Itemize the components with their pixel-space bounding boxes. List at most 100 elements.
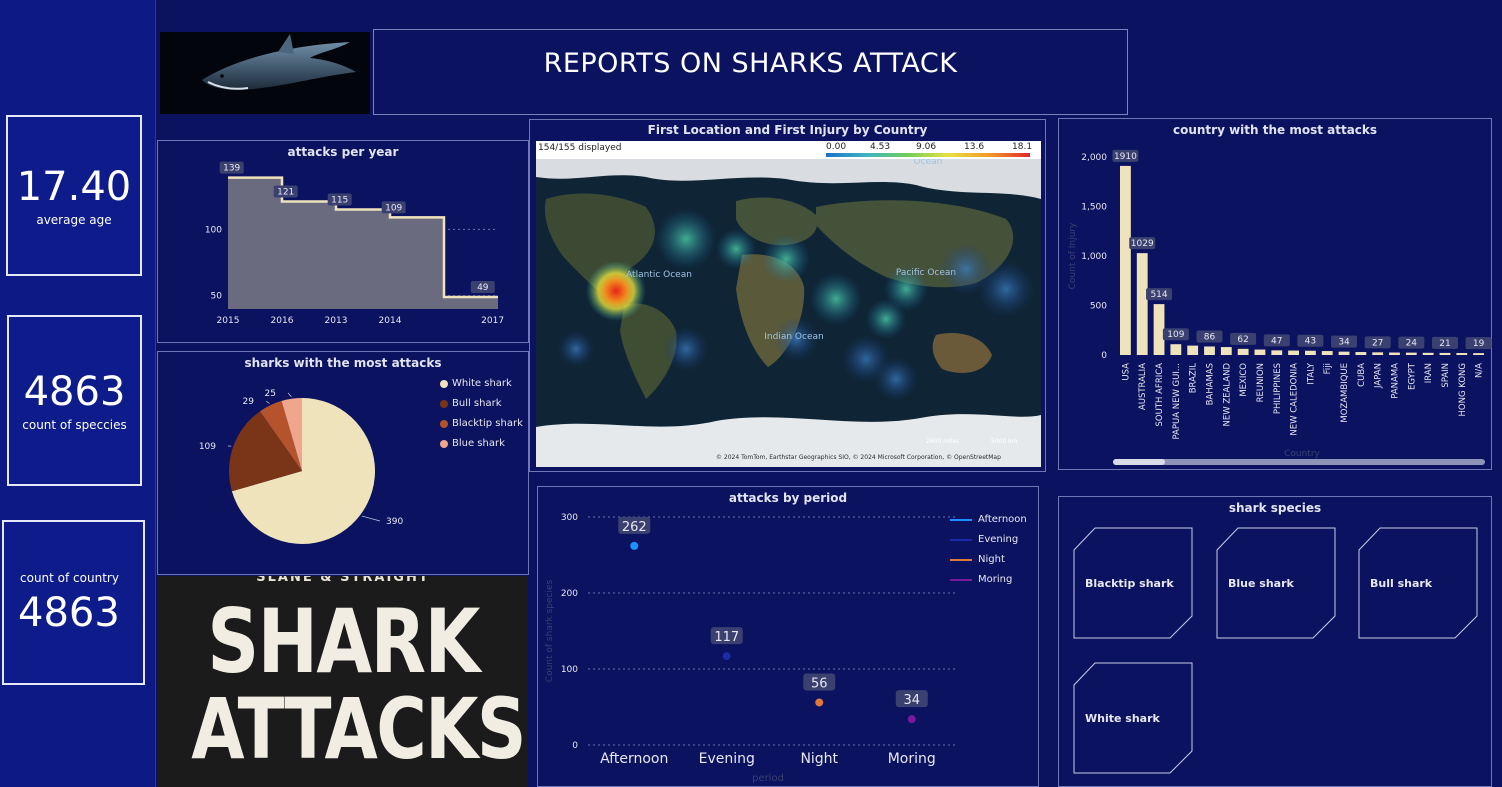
bar[interactable]	[1153, 304, 1165, 355]
shark-species-panel[interactable]: shark species Blacktip shark Blue shark …	[1058, 496, 1492, 787]
bar[interactable]	[1473, 353, 1484, 355]
heat-scale-bar	[826, 153, 1030, 157]
kpi-count-species[interactable]: 4863 count of speccies	[7, 315, 142, 486]
bar[interactable]	[1204, 346, 1215, 355]
data-point[interactable]	[907, 715, 916, 724]
bar[interactable]	[1422, 352, 1434, 355]
bar[interactable]	[1136, 253, 1148, 355]
shark-photo	[160, 32, 370, 114]
y-tick-label: 1,000	[1081, 252, 1107, 262]
x-tick-label: 2017	[481, 316, 504, 326]
legend-item[interactable]: Evening	[950, 534, 1018, 545]
horizontal-scrollbar[interactable]	[1113, 459, 1485, 465]
data-label: 139	[223, 164, 240, 174]
data-label: 1029	[1131, 239, 1154, 249]
report-title-box: REPORTS ON SHARKS ATTACK	[373, 29, 1128, 115]
map-scale-miles: 2600 miles	[926, 438, 959, 445]
area-fill[interactable]	[228, 177, 498, 309]
data-label: 262	[622, 520, 647, 535]
bar[interactable]	[1288, 350, 1299, 355]
shark-attacks-poster: SLANE & STRAIGHT SHARK ATTACKS	[158, 576, 528, 787]
bar[interactable]	[1220, 347, 1232, 355]
x-tick-label: Night	[800, 751, 838, 767]
kpi-average-age[interactable]: 17.40 average age	[6, 115, 142, 276]
x-tick-label: Fiji	[1323, 363, 1333, 374]
data-point[interactable]	[722, 652, 731, 661]
species-card-blue[interactable]: Blue shark	[1216, 527, 1336, 643]
bar[interactable]	[1338, 351, 1350, 355]
species-card-bull[interactable]: Bull shark	[1358, 527, 1478, 643]
data-label: 62	[1237, 335, 1248, 345]
country-attacks-panel[interactable]: country with the most attacks 0 500 1,000 1…	[1058, 118, 1492, 470]
data-point[interactable]	[815, 698, 824, 707]
bar[interactable]	[1355, 352, 1367, 355]
bar[interactable]	[1187, 345, 1199, 355]
attacks-per-year-chart[interactable]: 50 100 139 2015 121 2016 115 2013 109 2014 49 2017	[158, 141, 530, 344]
kpi-count-country[interactable]: count of country 4863	[2, 520, 145, 685]
x-tick-label: CUBA	[1357, 363, 1367, 387]
data-label: 24	[1406, 339, 1418, 349]
bar[interactable]	[1120, 165, 1131, 355]
attacks-per-year-panel[interactable]: attacks per year 50 100 139 2015 121 2016 115 2…	[157, 140, 529, 343]
x-tick-label: PANAMA	[1391, 363, 1401, 399]
legend-label: White shark	[452, 378, 512, 389]
data-label: 109	[199, 442, 216, 452]
bar[interactable]	[1372, 352, 1384, 355]
x-tick-label: USA	[1121, 363, 1131, 381]
x-tick-label: N/A	[1475, 363, 1485, 378]
country-bar-chart[interactable]: 0 500 1,000 1,500 2,000 Count of Injury Countr…	[1059, 119, 1493, 471]
data-label: 34	[903, 693, 920, 708]
y-axis-title: Count of shark species	[545, 579, 555, 682]
species-title: shark species	[1228, 501, 1322, 515]
y-tick-label: 300	[561, 513, 578, 523]
bar[interactable]	[1170, 344, 1182, 355]
world-heatmap[interactable]: Atlantic Ocean Pacific Ocean Indian Ocea…	[536, 159, 1041, 467]
legend-item[interactable]: White shark	[440, 378, 512, 389]
bar[interactable]	[1389, 352, 1400, 355]
bar[interactable]	[1456, 353, 1468, 355]
sharks-most-attacks-panel[interactable]: sharks with the most attacks 390 109 29 25 …	[157, 351, 529, 575]
bar[interactable]	[1237, 348, 1249, 355]
legend-item[interactable]: Night	[950, 554, 1005, 565]
bar[interactable]	[1305, 350, 1316, 355]
attacks-by-period-chart[interactable]: 0 100 200 300 Count of shark species period 26…	[538, 487, 1040, 787]
bar[interactable]	[1439, 352, 1451, 355]
x-tick-label: REUNION	[1256, 363, 1266, 402]
map-header-strip: 154/155 displayed 0.00 4.53 9.06 13.6 18…	[536, 141, 1041, 159]
legend-item[interactable]: Afternoon	[950, 514, 1027, 525]
x-tick-label: MEXICO	[1239, 363, 1249, 397]
bar[interactable]	[1271, 350, 1283, 355]
legend-item[interactable]: Blue shark	[440, 438, 505, 449]
legend-swatch	[440, 379, 448, 388]
bar[interactable]	[1254, 349, 1266, 355]
scale-tick: 9.06	[916, 142, 937, 152]
legend-item[interactable]: Moring	[950, 574, 1012, 585]
x-tick-label: SOUTH AFRICA	[1155, 363, 1165, 427]
y-tick-label: 50	[211, 292, 223, 302]
bar[interactable]	[1405, 352, 1417, 355]
species-card-label: Blue shark	[1228, 577, 1294, 590]
data-label: 1910	[1114, 152, 1137, 162]
x-tick-label: BRAZIL	[1189, 363, 1199, 394]
x-tick-label: HONG KONG	[1458, 363, 1468, 416]
y-tick-label: 100	[205, 225, 222, 235]
bar[interactable]	[1321, 351, 1333, 355]
y-axis-title: Count of Injury	[1068, 222, 1078, 289]
data-point[interactable]	[630, 541, 639, 550]
x-tick-label: BAHAMAS	[1206, 363, 1216, 405]
legend-item[interactable]: Blacktip shark	[440, 418, 523, 429]
legend-swatch	[440, 419, 448, 428]
data-label: 390	[386, 517, 403, 527]
kpi-label: count of country	[20, 570, 119, 585]
legend-item[interactable]: Bull shark	[440, 398, 502, 409]
data-label: 19	[1473, 339, 1485, 349]
legend-label: Evening	[978, 534, 1019, 545]
map-panel[interactable]: First Location and First Injury by Count…	[529, 119, 1046, 472]
species-card-blacktip[interactable]: Blacktip shark	[1073, 527, 1193, 643]
attacks-by-period-panel[interactable]: attacks by period 0 100 200 300 Count of sha…	[537, 486, 1039, 787]
legend-label: Moring	[978, 574, 1013, 585]
scrollbar-thumb[interactable]	[1113, 459, 1165, 465]
x-tick-label: NEW ZEALAND	[1222, 363, 1232, 427]
species-card-white[interactable]: White shark	[1073, 662, 1193, 778]
x-tick-label: Moring	[888, 751, 936, 767]
